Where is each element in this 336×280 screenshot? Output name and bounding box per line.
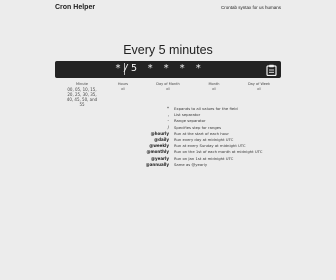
field-day-of-month: Day of Month all (153, 82, 183, 92)
field-value: all (211, 87, 217, 91)
field-month: Month all (204, 82, 224, 92)
header: Cron Helper Crontab syntax for us humans (0, 0, 336, 18)
field-value: all (256, 87, 262, 91)
legend-description: Specifies step for ranges (174, 124, 222, 130)
legend-key: - (167, 118, 169, 124)
copy-button[interactable] (265, 63, 278, 76)
legend-key: @hourly (150, 130, 169, 136)
field-value: 00, 05, 10, 15, 20, 25, 30, 35, 40, 45, … (66, 87, 98, 107)
legend-key: @daily (154, 136, 169, 142)
field-hours: Hours all (113, 82, 133, 92)
legend-key: @annually (145, 161, 169, 167)
legend-description: Run at every Sunday at midnight UTC (174, 143, 246, 149)
cron-expression-input[interactable]: */5 * * * * (55, 61, 281, 78)
field-value: all (120, 87, 126, 91)
legend-key: @yearly (151, 155, 169, 161)
schedule-description: Every 5 minutes (123, 43, 213, 57)
legend-description: Same as @yearly (174, 161, 208, 167)
legend-description: Run every day at midnight UTC (174, 136, 234, 142)
legend-row: @annually Same as @yearly (97, 162, 277, 168)
tagline: Crontab syntax for us humans (220, 5, 281, 10)
legend-description: Expands to all values for the field (174, 106, 238, 111)
legend-key: @weekly (149, 143, 169, 149)
legend-description: Range separator (174, 118, 206, 124)
field-day-of-week: Day of Week all (245, 82, 273, 92)
syntax-legend: * Expands to all values for the field , … (97, 106, 277, 168)
legend-key: / (167, 124, 169, 130)
legend-key: * (167, 106, 169, 111)
legend-description: Run on Jan 1st at midnight UTC (174, 155, 234, 161)
legend-key: @monthly (146, 149, 169, 155)
field-value: all (165, 87, 171, 91)
legend-description: List separator (174, 112, 201, 118)
cron-expression-text[interactable]: */5 * * * * (115, 63, 215, 74)
legend-description: Run on the 1st of each month at midnight… (174, 149, 263, 155)
legend-description: Run at the start of each hour (174, 130, 229, 136)
field-minute: Minute 00, 05, 10, 15, 20, 25, 30, 35, 4… (61, 82, 103, 107)
clipboard-icon (266, 64, 277, 76)
legend-key: , (167, 112, 169, 118)
logo[interactable]: Cron Helper (55, 4, 95, 11)
